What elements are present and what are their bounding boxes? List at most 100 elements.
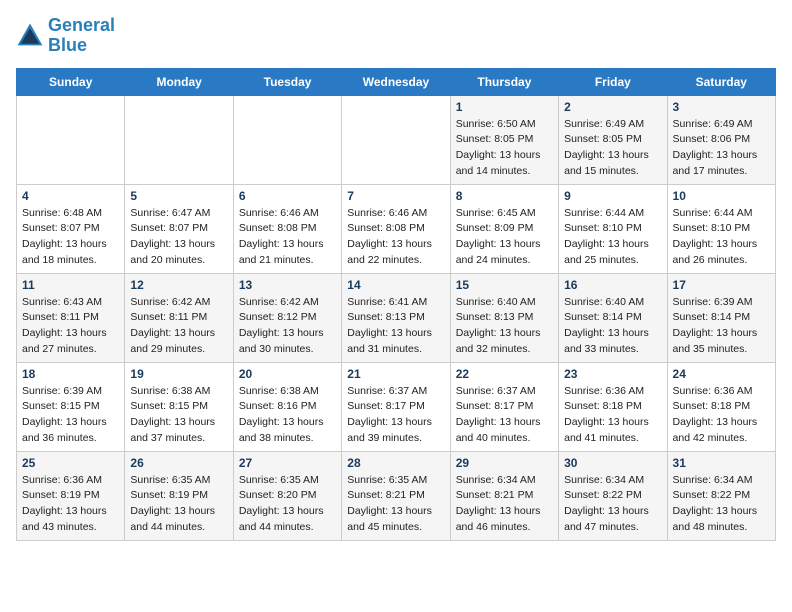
day-info: Sunrise: 6:45 AM Sunset: 8:09 PM Dayligh…: [456, 206, 553, 269]
day-number: 29: [456, 456, 553, 470]
day-info: Sunrise: 6:47 AM Sunset: 8:07 PM Dayligh…: [130, 206, 227, 269]
day-info: Sunrise: 6:42 AM Sunset: 8:11 PM Dayligh…: [130, 295, 227, 358]
day-info: Sunrise: 6:37 AM Sunset: 8:17 PM Dayligh…: [347, 384, 444, 447]
weekday-header-monday: Monday: [125, 68, 233, 95]
calendar-cell: 19 Sunrise: 6:38 AM Sunset: 8:15 PM Dayli…: [125, 362, 233, 451]
calendar-cell: 18 Sunrise: 6:39 AM Sunset: 8:15 PM Dayli…: [17, 362, 125, 451]
calendar-cell: 15Sunrise: 6:40 AM Sunset: 8:13 PM Dayli…: [450, 273, 558, 362]
day-info: Sunrise: 6:36 AM Sunset: 8:18 PM Dayligh…: [564, 384, 661, 447]
day-number: 30: [564, 456, 661, 470]
day-info: Sunrise: 6:41 AM Sunset: 8:13 PM Dayligh…: [347, 295, 444, 358]
day-number: 28: [347, 456, 444, 470]
day-info: Sunrise: 6:36 AM Sunset: 8:18 PM Dayligh…: [673, 384, 770, 447]
day-number: 1: [456, 100, 553, 114]
calendar-cell: 5 Sunrise: 6:47 AM Sunset: 8:07 PM Daylig…: [125, 184, 233, 273]
calendar-cell: 30 Sunrise: 6:34 AM Sunset: 8:22 PM Dayli…: [559, 451, 667, 540]
day-number: 19: [130, 367, 227, 381]
calendar-week-1: 1 Sunrise: 6:50 AM Sunset: 8:05 PM Daylig…: [17, 95, 776, 184]
calendar-header: SundayMondayTuesdayWednesdayThursdayFrid…: [17, 68, 776, 95]
calendar-week-3: 11 Sunrise: 6:43 AM Sunset: 8:11 PM Dayli…: [17, 273, 776, 362]
day-info: Sunrise: 6:42 AM Sunset: 8:12 PM Dayligh…: [239, 295, 336, 358]
calendar-cell: 22 Sunrise: 6:37 AM Sunset: 8:17 PM Dayli…: [450, 362, 558, 451]
logo-text: General Blue: [48, 16, 115, 56]
day-number: 7: [347, 189, 444, 203]
day-number: 4: [22, 189, 119, 203]
day-info: Sunrise: 6:38 AM Sunset: 8:15 PM Dayligh…: [130, 384, 227, 447]
calendar-cell: 24 Sunrise: 6:36 AM Sunset: 8:18 PM Dayli…: [667, 362, 775, 451]
calendar-cell: 6 Sunrise: 6:46 AM Sunset: 8:08 PM Daylig…: [233, 184, 341, 273]
day-number: 11: [22, 278, 119, 292]
day-number: 8: [456, 189, 553, 203]
day-number: 5: [130, 189, 227, 203]
day-number: 16: [564, 278, 661, 292]
calendar-table: SundayMondayTuesdayWednesdayThursdayFrid…: [16, 68, 776, 541]
weekday-header-wednesday: Wednesday: [342, 68, 450, 95]
day-info: Sunrise: 6:34 AM Sunset: 8:22 PM Dayligh…: [673, 473, 770, 536]
calendar-cell: 14 Sunrise: 6:41 AM Sunset: 8:13 PM Dayli…: [342, 273, 450, 362]
day-info: Sunrise: 6:35 AM Sunset: 8:19 PM Dayligh…: [130, 473, 227, 536]
calendar-cell: 13 Sunrise: 6:42 AM Sunset: 8:12 PM Dayli…: [233, 273, 341, 362]
day-info: Sunrise: 6:48 AM Sunset: 8:07 PM Dayligh…: [22, 206, 119, 269]
day-number: 12: [130, 278, 227, 292]
calendar-cell: 3 Sunrise: 6:49 AM Sunset: 8:06 PM Daylig…: [667, 95, 775, 184]
day-info: Sunrise: 6:34 AM Sunset: 8:21 PM Dayligh…: [456, 473, 553, 536]
calendar-week-4: 18 Sunrise: 6:39 AM Sunset: 8:15 PM Dayli…: [17, 362, 776, 451]
calendar-cell: 4 Sunrise: 6:48 AM Sunset: 8:07 PM Daylig…: [17, 184, 125, 273]
day-info: Sunrise: 6:49 AM Sunset: 8:05 PM Dayligh…: [564, 117, 661, 180]
day-number: 20: [239, 367, 336, 381]
calendar-cell: 17 Sunrise: 6:39 AM Sunset: 8:14 PM Dayli…: [667, 273, 775, 362]
calendar-cell: 28 Sunrise: 6:35 AM Sunset: 8:21 PM Dayli…: [342, 451, 450, 540]
day-number: 22: [456, 367, 553, 381]
calendar-cell: 16 Sunrise: 6:40 AM Sunset: 8:14 PM Dayli…: [559, 273, 667, 362]
day-info: Sunrise: 6:35 AM Sunset: 8:21 PM Dayligh…: [347, 473, 444, 536]
day-info: Sunrise: 6:38 AM Sunset: 8:16 PM Dayligh…: [239, 384, 336, 447]
weekday-header-thursday: Thursday: [450, 68, 558, 95]
day-info: Sunrise: 6:39 AM Sunset: 8:15 PM Dayligh…: [22, 384, 119, 447]
calendar-cell: 2 Sunrise: 6:49 AM Sunset: 8:05 PM Daylig…: [559, 95, 667, 184]
day-number: 14: [347, 278, 444, 292]
calendar-cell: 8 Sunrise: 6:45 AM Sunset: 8:09 PM Daylig…: [450, 184, 558, 273]
calendar-cell: 26Sunrise: 6:35 AM Sunset: 8:19 PM Dayli…: [125, 451, 233, 540]
calendar-cell: 27Sunrise: 6:35 AM Sunset: 8:20 PM Dayli…: [233, 451, 341, 540]
logo-icon: [16, 22, 44, 50]
day-info: Sunrise: 6:35 AM Sunset: 8:20 PM Dayligh…: [239, 473, 336, 536]
day-info: Sunrise: 6:49 AM Sunset: 8:06 PM Dayligh…: [673, 117, 770, 180]
day-number: 23: [564, 367, 661, 381]
weekday-header-friday: Friday: [559, 68, 667, 95]
day-number: 21: [347, 367, 444, 381]
day-info: Sunrise: 6:46 AM Sunset: 8:08 PM Dayligh…: [239, 206, 336, 269]
day-info: Sunrise: 6:46 AM Sunset: 8:08 PM Dayligh…: [347, 206, 444, 269]
calendar-week-2: 4 Sunrise: 6:48 AM Sunset: 8:07 PM Daylig…: [17, 184, 776, 273]
calendar-cell: 12 Sunrise: 6:42 AM Sunset: 8:11 PM Dayli…: [125, 273, 233, 362]
day-number: 3: [673, 100, 770, 114]
day-info: Sunrise: 6:36 AM Sunset: 8:19 PM Dayligh…: [22, 473, 119, 536]
calendar-cell: 25 Sunrise: 6:36 AM Sunset: 8:19 PM Dayli…: [17, 451, 125, 540]
calendar-cell: [17, 95, 125, 184]
calendar-cell: 11 Sunrise: 6:43 AM Sunset: 8:11 PM Dayli…: [17, 273, 125, 362]
calendar-week-5: 25 Sunrise: 6:36 AM Sunset: 8:19 PM Dayli…: [17, 451, 776, 540]
calendar-cell: [125, 95, 233, 184]
day-number: 9: [564, 189, 661, 203]
day-info: Sunrise: 6:39 AM Sunset: 8:14 PM Dayligh…: [673, 295, 770, 358]
day-info: Sunrise: 6:34 AM Sunset: 8:22 PM Dayligh…: [564, 473, 661, 536]
day-number: 17: [673, 278, 770, 292]
day-number: 2: [564, 100, 661, 114]
day-info: Sunrise: 6:40 AM Sunset: 8:13 PM Dayligh…: [456, 295, 553, 358]
day-info: Sunrise: 6:50 AM Sunset: 8:05 PM Dayligh…: [456, 117, 553, 180]
day-number: 18: [22, 367, 119, 381]
day-info: Sunrise: 6:37 AM Sunset: 8:17 PM Dayligh…: [456, 384, 553, 447]
weekday-header-tuesday: Tuesday: [233, 68, 341, 95]
day-number: 6: [239, 189, 336, 203]
day-number: 25: [22, 456, 119, 470]
calendar-cell: 9Sunrise: 6:44 AM Sunset: 8:10 PM Daylig…: [559, 184, 667, 273]
weekday-header-saturday: Saturday: [667, 68, 775, 95]
day-number: 24: [673, 367, 770, 381]
day-number: 13: [239, 278, 336, 292]
calendar-cell: 21 Sunrise: 6:37 AM Sunset: 8:17 PM Dayli…: [342, 362, 450, 451]
page-header: General Blue: [16, 16, 776, 56]
weekday-header-sunday: Sunday: [17, 68, 125, 95]
day-number: 10: [673, 189, 770, 203]
day-info: Sunrise: 6:40 AM Sunset: 8:14 PM Dayligh…: [564, 295, 661, 358]
day-info: Sunrise: 6:43 AM Sunset: 8:11 PM Dayligh…: [22, 295, 119, 358]
day-number: 31: [673, 456, 770, 470]
